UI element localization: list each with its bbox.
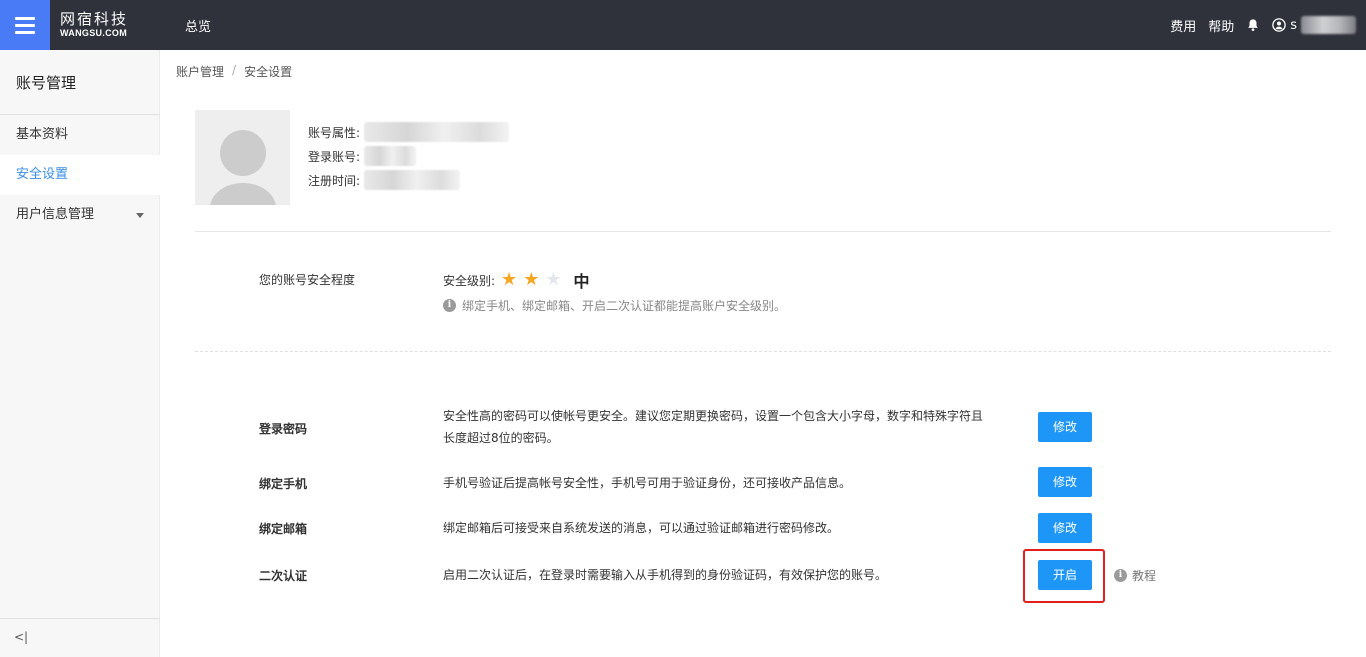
logo-en: WANGSU.COM [60, 28, 127, 38]
logo[interactable]: 网宿科技 WANGSU.COM [60, 11, 128, 39]
bell-icon[interactable] [1246, 18, 1260, 32]
user-menu[interactable]: s [1272, 16, 1356, 34]
breadcrumb: 账户管理 / 安全设置 [176, 63, 292, 80]
tutorial-text: 教程 [1132, 569, 1157, 583]
bind-phone-title: 绑定手机 [259, 477, 308, 491]
sidebar-item-basic-info[interactable]: 基本资料 [0, 115, 160, 155]
breadcrumb-separator: / [232, 63, 237, 77]
star-filled-icon: ★ [523, 269, 540, 290]
divider [195, 231, 1331, 232]
logo-cn: 网宿科技 [60, 10, 129, 28]
sidebar: 账号管理 基本资料 安全设置 用户信息管理 <| [0, 50, 160, 657]
bind-phone-desc: 手机号验证后提高帐号安全性，手机号可用于验证身份，还可接收产品信息。 [443, 476, 852, 490]
register-time-row: 注册时间: [308, 170, 461, 190]
two-factor-title: 二次认证 [259, 569, 308, 583]
bind-email-title: 绑定邮箱 [259, 522, 308, 536]
account-type-redacted [364, 122, 510, 142]
login-account-redacted [364, 146, 417, 166]
modify-password-button[interactable]: 修改 [1038, 412, 1092, 442]
star-empty-icon: ★ [545, 269, 562, 290]
caret-down-icon [136, 213, 144, 218]
security-degree-label: 您的账号安全程度 [259, 273, 356, 287]
modify-email-button[interactable]: 修改 [1038, 513, 1092, 543]
sidebar-bottom-divider [0, 618, 160, 619]
modify-phone-button[interactable]: 修改 [1038, 467, 1092, 497]
bind-email-desc: 绑定邮箱后可接受来自系统发送的消息，可以通过验证邮箱进行密码修改。 [443, 521, 840, 535]
security-level-label: 安全级别: [443, 273, 496, 288]
sidebar-item-user-info[interactable]: 用户信息管理 [0, 195, 160, 235]
star-filled-icon: ★ [501, 269, 518, 290]
help-link[interactable]: 帮助 [1208, 16, 1234, 35]
avatar-head [220, 130, 266, 176]
top-right-menu: 费用 帮助 s [1170, 0, 1356, 50]
security-hint: i 绑定手机、绑定邮箱、开启二次认证都能提高账户安全级别。 [443, 297, 786, 314]
sidebar-item-label: 用户信息管理 [16, 207, 95, 222]
dashed-divider [195, 351, 1331, 352]
hamburger-menu-icon[interactable] [0, 0, 50, 50]
tutorial-link[interactable]: i 教程 [1114, 567, 1156, 584]
security-stars: ★ ★ ★ [501, 270, 561, 290]
login-account-row: 登录账号: [308, 146, 417, 166]
info-icon: i [443, 299, 456, 312]
enable-two-factor-button[interactable]: 开启 [1038, 560, 1092, 590]
login-account-label: 登录账号: [308, 149, 361, 164]
register-time-redacted [364, 170, 461, 190]
security-level-row: 安全级别: ★ ★ ★ 中 [443, 268, 589, 292]
top-bar: 网宿科技 WANGSU.COM 总览 费用 帮助 s [0, 0, 1366, 50]
avatar [195, 110, 290, 205]
avatar-body [210, 183, 276, 205]
user-icon [1272, 18, 1286, 32]
username-redacted [1301, 16, 1356, 34]
fees-link[interactable]: 费用 [1170, 16, 1196, 35]
collapse-sidebar-icon[interactable]: <| [14, 630, 28, 644]
account-type-row: 账号属性: [308, 122, 510, 142]
sidebar-item-security[interactable]: 安全设置 [0, 155, 160, 195]
username-prefix: s [1290, 17, 1297, 33]
login-password-desc: 安全性高的密码可以使帐号更安全。建议您定期更换密码，设置一个包含大小字母，数字和… [443, 409, 984, 445]
breadcrumb-current: 安全设置 [244, 65, 293, 79]
breadcrumb-parent[interactable]: 账户管理 [176, 63, 224, 80]
security-level-text: 中 [573, 272, 590, 291]
login-password-title: 登录密码 [259, 422, 308, 436]
account-type-label: 账号属性: [308, 125, 361, 140]
info-icon: i [1114, 569, 1127, 582]
two-factor-desc: 启用二次认证后，在登录时需要输入从手机得到的身份验证码，有效保护您的账号。 [443, 568, 888, 582]
security-hint-text: 绑定手机、绑定邮箱、开启二次认证都能提高账户安全级别。 [462, 299, 787, 313]
nav-overview[interactable]: 总览 [185, 16, 211, 35]
sidebar-title: 账号管理 [16, 74, 77, 92]
register-time-label: 注册时间: [308, 173, 361, 188]
